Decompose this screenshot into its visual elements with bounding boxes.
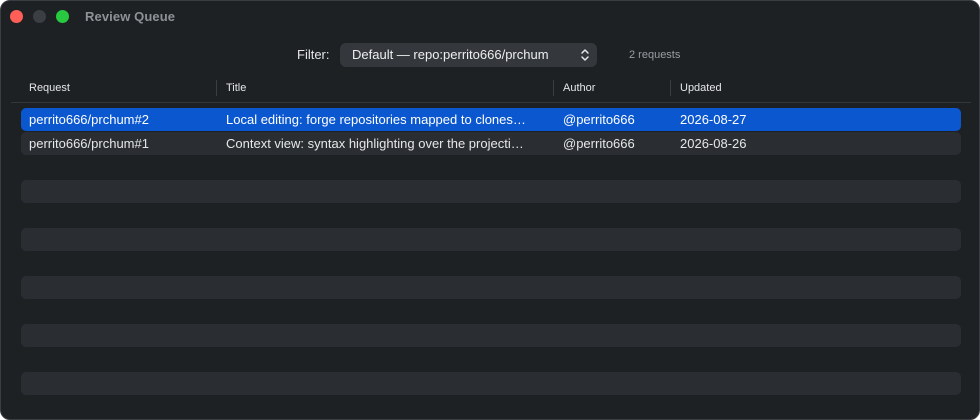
table-row[interactable]: perrito666/prchum#1 Context view: syntax… (21, 132, 961, 155)
column-header-request[interactable]: Request (29, 82, 70, 94)
column-divider[interactable] (670, 80, 671, 96)
column-header-title[interactable]: Title (226, 82, 246, 94)
empty-row-stripe (21, 324, 961, 347)
empty-row-stripe (21, 372, 961, 395)
column-divider[interactable] (216, 80, 217, 96)
minimize-window-button[interactable] (33, 10, 46, 23)
title-bar: Review Queue (1, 1, 979, 33)
column-header-author[interactable]: Author (563, 82, 595, 94)
empty-row-stripe (21, 228, 961, 251)
empty-row-stripe (21, 180, 961, 203)
window-title: Review Queue (85, 9, 176, 24)
zoom-window-button[interactable] (56, 10, 69, 23)
column-divider[interactable] (553, 80, 554, 96)
filter-select[interactable]: Default — repo:perrito666/prchum (340, 43, 597, 67)
close-window-button[interactable] (10, 10, 23, 23)
cell-updated: 2026-08-27 (680, 112, 747, 127)
header-divider (11, 102, 971, 103)
cell-updated: 2026-08-26 (680, 136, 747, 151)
filter-select-value: Default — repo:perrito666/prchum (352, 47, 549, 62)
review-queue-window: Review Queue Filter: Default — repo:perr… (0, 0, 980, 420)
filter-label: Filter: (297, 47, 330, 62)
column-header-updated[interactable]: Updated (680, 82, 722, 94)
chevron-up-down-icon (581, 49, 589, 61)
cell-title: Local editing: forge repositories mapped… (226, 112, 526, 127)
empty-row-stripe (21, 276, 961, 299)
cell-author: @perrito666 (563, 136, 635, 151)
request-count: 2 requests (629, 49, 681, 61)
table-header: Request Title Author Updated (11, 78, 971, 100)
filter-bar: Filter: Default — repo:perrito666/prchum… (1, 43, 979, 67)
cell-author: @perrito666 (563, 112, 635, 127)
cell-request: perrito666/prchum#2 (29, 112, 149, 127)
cell-request: perrito666/prchum#1 (29, 136, 149, 151)
cell-title: Context view: syntax highlighting over t… (226, 136, 524, 151)
table-row[interactable]: perrito666/prchum#2 Local editing: forge… (21, 108, 961, 131)
